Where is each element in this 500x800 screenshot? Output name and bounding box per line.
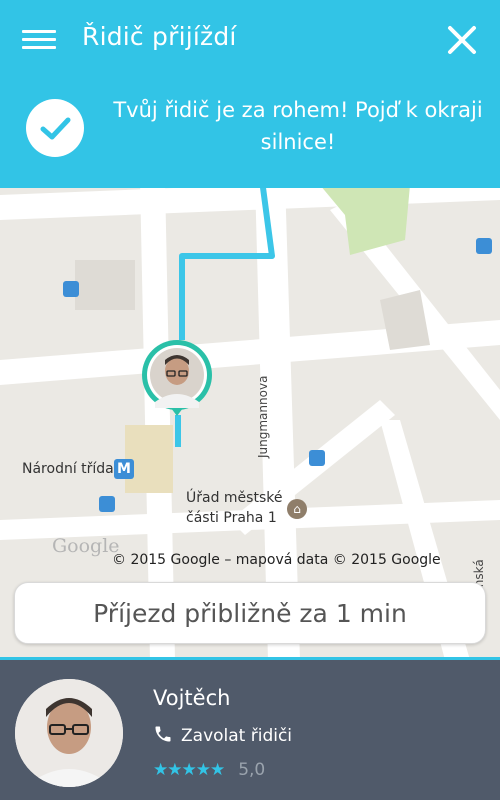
hamburger-icon[interactable] bbox=[22, 26, 56, 54]
driver-near-notice: Tvůj řidič je za rohem! Pojď k okraji si… bbox=[0, 66, 500, 188]
check-icon bbox=[26, 99, 84, 157]
google-logo: Google bbox=[52, 535, 120, 557]
driver-map-pin[interactable] bbox=[140, 338, 214, 420]
rating-value: 5,0 bbox=[238, 760, 266, 780]
notice-message: Tvůj řidič je za rohem! Pojď k okraji si… bbox=[113, 98, 483, 154]
driver-name: Vojtěch bbox=[153, 686, 231, 710]
arrival-estimate-card: Příjezd přibližně za 1 min bbox=[14, 582, 486, 644]
tram-stop-icon bbox=[476, 238, 492, 254]
office-label-line1: Úřad městské bbox=[186, 490, 283, 506]
arrival-estimate-text: Příjezd přibližně za 1 min bbox=[93, 598, 407, 628]
office-label-line2: části Praha 1 bbox=[186, 510, 277, 526]
driver-panel: Vojtěch Zavolat řidiči ★★★★★ 5,0 bbox=[0, 657, 500, 800]
page-title: Řidič přijíždí bbox=[82, 22, 237, 51]
museum-icon: ⌂ bbox=[287, 499, 307, 519]
tram-stop-icon bbox=[63, 281, 79, 297]
tram-stop-icon bbox=[99, 496, 115, 512]
metro-icon: M bbox=[114, 459, 134, 479]
phone-icon bbox=[153, 724, 173, 748]
tram-stop-icon bbox=[309, 450, 325, 466]
driver-avatar bbox=[15, 679, 123, 787]
street-label-jungmannova: Jungmannova bbox=[256, 375, 270, 458]
call-driver-label: Zavolat řidiči bbox=[181, 726, 293, 746]
rating-stars-icon: ★★★★★ bbox=[153, 760, 225, 780]
station-label: Národní třída bbox=[22, 461, 114, 477]
driver-rating: ★★★★★ 5,0 bbox=[153, 760, 265, 780]
app-bar: Řidič přijíždí bbox=[0, 0, 500, 80]
map-attribution: © 2015 Google – mapová data © 2015 Googl… bbox=[112, 552, 441, 568]
call-driver-button[interactable]: Zavolat řidiči bbox=[153, 724, 292, 748]
close-icon[interactable] bbox=[442, 20, 482, 60]
